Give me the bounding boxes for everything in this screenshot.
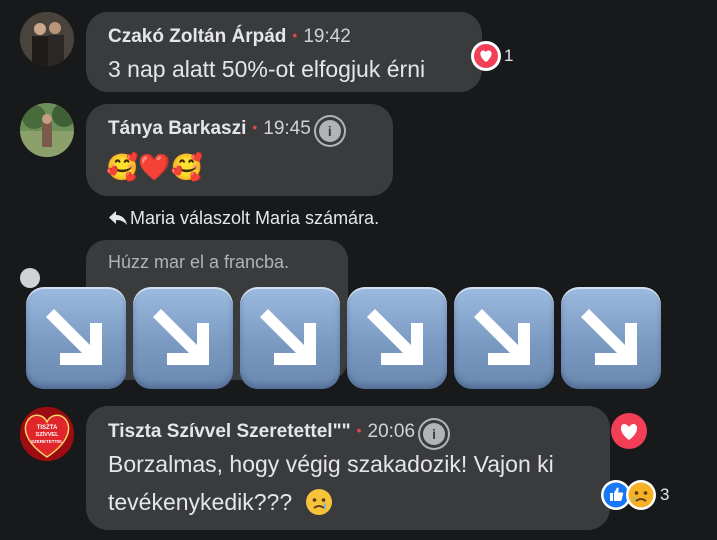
separator-dot: • <box>356 422 362 438</box>
crying-face-icon <box>305 488 333 522</box>
love-react-button[interactable] <box>611 413 647 449</box>
timestamp[interactable]: 19:45 <box>263 118 311 139</box>
avatar-czako[interactable] <box>20 12 74 66</box>
heart-icon <box>620 424 638 440</box>
sad-reaction-icon <box>626 480 656 510</box>
separator-dot: • <box>252 119 258 135</box>
reaction-count: 1 <box>504 46 514 65</box>
down-right-arrow-emoji <box>347 287 447 389</box>
down-right-arrow-emoji <box>454 287 554 389</box>
avatar-logo-text: SZÍVVEL <box>36 430 60 438</box>
love-reaction-icon <box>471 41 501 71</box>
avatar-tiszta[interactable]: TISZTA SZÍVVEL SZERETETTEL <box>20 407 74 461</box>
comment-text: 🥰❤️🥰 <box>106 152 204 182</box>
reaction-count: 3 <box>660 485 670 504</box>
reply-arrow-icon <box>108 210 130 231</box>
avatar-photo <box>20 12 74 66</box>
author-name[interactable]: Tiszta Szívvel Szeretettel"" <box>108 421 351 442</box>
avatar-logo-text: TISZTA <box>37 425 58 431</box>
separator-dot: • <box>292 27 298 43</box>
down-right-arrow-emoji <box>26 287 126 389</box>
down-right-arrow-emoji <box>133 287 233 389</box>
comment-text: 3 nap alatt 50%-ot elfogjuk érni <box>108 56 426 82</box>
reply-notice-text: Maria válaszolt Maria számára. <box>130 208 380 228</box>
comment-header: Czakó Zoltán Árpád • 19:42 <box>108 26 351 48</box>
avatar-logo-text: SZERETETTEL <box>31 439 63 444</box>
timestamp[interactable]: 20:06 <box>368 421 416 442</box>
comment-text-span: tevékenykedik??? <box>108 489 293 515</box>
reaction-summary[interactable]: 3 <box>601 480 681 510</box>
info-badge-icon[interactable]: i <box>423 423 446 445</box>
avatar-photo <box>20 103 74 157</box>
down-right-arrow-emoji <box>561 287 661 389</box>
timestamp[interactable]: 19:42 <box>303 26 351 47</box>
comment-text-line: tevékenykedik??? <box>108 488 333 522</box>
heart-logo-icon: TISZTA SZÍVVEL SZERETETTEL <box>20 407 74 461</box>
author-name[interactable]: Tánya Barkaszi <box>108 118 246 139</box>
avatar-hidden-edge <box>20 268 40 288</box>
comment-header: Tiszta Szívvel Szeretettel"" • 20:06 i <box>108 421 446 445</box>
comment-text: Húzz mar el a francba. <box>108 252 290 272</box>
author-name[interactable]: Czakó Zoltán Árpád <box>108 26 286 47</box>
down-right-arrow-emoji <box>240 287 340 389</box>
comment-header: Tánya Barkaszi • 19:45 i <box>108 118 341 142</box>
info-badge-icon[interactable]: i <box>318 120 341 142</box>
comment-text-line: Borzalmas, hogy végig szakadozik! Vajon … <box>108 451 554 477</box>
avatar-tanya[interactable] <box>20 103 74 157</box>
reply-notice[interactable]: Maria válaszolt Maria számára. <box>108 208 379 231</box>
